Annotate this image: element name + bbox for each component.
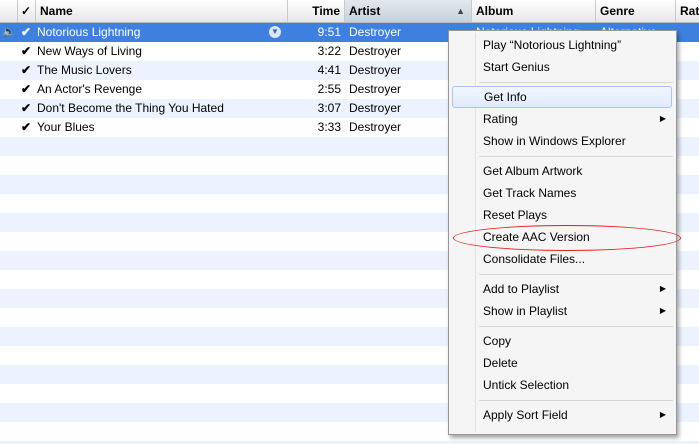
- column-genre[interactable]: Genre: [596, 0, 676, 22]
- menu-item-start-genius[interactable]: Start Genius: [452, 56, 672, 78]
- menu-separator: [479, 274, 673, 275]
- column-rating[interactable]: Rati: [676, 0, 699, 22]
- track-time: 3:33: [317, 120, 341, 134]
- column-name[interactable]: Name: [36, 0, 288, 22]
- menu-item-show-in-playlist[interactable]: Show in Playlist ▶: [452, 300, 672, 322]
- menu-item-add-to-playlist-label: Add to Playlist: [483, 282, 560, 296]
- menu-separator: [479, 82, 673, 83]
- menu-item-apply-sort-field-label: Apply Sort Field: [483, 408, 568, 422]
- column-time[interactable]: Time: [288, 0, 345, 22]
- submenu-arrow-icon: ▶: [659, 410, 666, 419]
- submenu-arrow-icon: ▶: [659, 306, 666, 315]
- track-checkbox[interactable]: ✔: [19, 23, 33, 42]
- track-name: An Actor's Revenge: [37, 82, 143, 96]
- menu-item-apply-sort-field[interactable]: Apply Sort Field ▶: [452, 404, 672, 426]
- menu-item-rating[interactable]: Rating ▶: [452, 108, 672, 130]
- menu-item-untick-selection[interactable]: Untick Selection: [452, 374, 672, 396]
- menu-item-show-in-playlist-label: Show in Playlist: [483, 304, 568, 318]
- track-checkbox[interactable]: ✔: [19, 80, 33, 99]
- column-check[interactable]: ✓: [18, 0, 36, 22]
- chevron-down-icon[interactable]: ▼: [269, 26, 281, 38]
- column-header-bar: ✓ Name Time Artist ▲ Album Genre Rati: [0, 0, 699, 23]
- track-time: 9:51: [317, 25, 341, 39]
- menu-item-get-album-artwork[interactable]: Get Album Artwork: [452, 160, 672, 182]
- track-name: Don't Become the Thing You Hated: [37, 101, 224, 115]
- track-time: 3:22: [317, 44, 341, 58]
- submenu-arrow-icon: ▶: [659, 284, 666, 293]
- highlight-ellipse: [453, 225, 681, 251]
- track-name: The Music Lovers: [37, 63, 132, 77]
- menu-separator: [479, 326, 673, 327]
- menu-item-get-info[interactable]: Get Info: [452, 86, 672, 108]
- track-time: 4:41: [317, 63, 341, 77]
- menu-item-rating-label: Rating: [483, 112, 518, 126]
- menu-item-delete[interactable]: Delete: [452, 352, 672, 374]
- menu-item-get-track-names[interactable]: Get Track Names: [452, 182, 672, 204]
- menu-separator: [479, 400, 673, 401]
- track-checkbox[interactable]: ✔: [19, 99, 33, 118]
- column-artist-label: Artist: [349, 4, 381, 18]
- submenu-arrow-icon: ▶: [659, 114, 666, 123]
- menu-item-consolidate-files[interactable]: Consolidate Files...: [452, 248, 672, 270]
- column-speaker[interactable]: [0, 0, 18, 22]
- menu-item-play[interactable]: Play “Notorious Lightning”: [452, 34, 672, 56]
- column-artist[interactable]: Artist ▲: [345, 0, 472, 22]
- menu-item-add-to-playlist[interactable]: Add to Playlist ▶: [452, 278, 672, 300]
- menu-item-reset-plays[interactable]: Reset Plays: [452, 204, 672, 226]
- track-checkbox[interactable]: ✔: [19, 42, 33, 61]
- track-checkbox[interactable]: ✔: [19, 61, 33, 80]
- menu-item-show-in-explorer[interactable]: Show in Windows Explorer: [452, 130, 672, 152]
- track-name: Notorious Lightning: [37, 25, 141, 39]
- sort-ascending-icon: ▲: [456, 6, 465, 16]
- track-checkbox[interactable]: ✔: [19, 118, 33, 137]
- column-album[interactable]: Album: [472, 0, 596, 22]
- track-name: New Ways of Living: [37, 44, 142, 58]
- track-time: 2:55: [317, 82, 341, 96]
- menu-item-copy[interactable]: Copy: [452, 330, 672, 352]
- menu-separator: [479, 156, 673, 157]
- speaker-icon: 🔈: [2, 26, 16, 38]
- track-name: Your Blues: [37, 120, 95, 134]
- track-time: 3:07: [317, 101, 341, 115]
